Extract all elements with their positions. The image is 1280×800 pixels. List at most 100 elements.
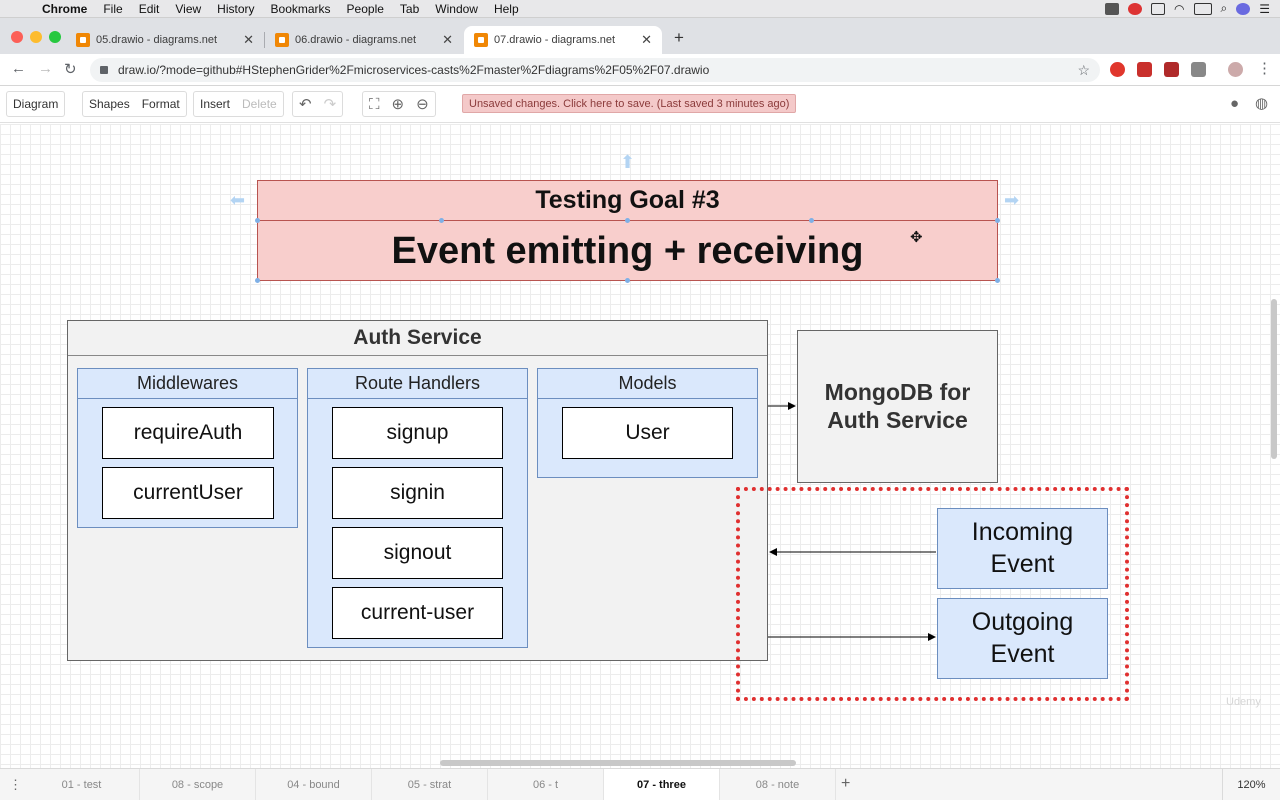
user-model-item[interactable]: User <box>562 407 733 459</box>
browser-tab-05[interactable]: 05.drawio - diagrams.net ✕ <box>66 26 264 54</box>
diagram-canvas[interactable]: ⬆ ⬅ ➡ Testing Goal #3 Event emitting + r… <box>0 124 1280 768</box>
menu-history[interactable]: History <box>209 2 262 16</box>
url-text: draw.io/?mode=github#HStephenGrider%2Fmi… <box>118 63 710 77</box>
page-tabs-bar: ⋮ 01 - test 08 - scope 04 - bound 05 - s… <box>0 768 1280 800</box>
shapes-button[interactable]: Shapes <box>89 97 130 111</box>
zoom-group: ⛶ ⊕ ⊖ <box>362 91 436 117</box>
adblock-extension-icon[interactable] <box>1110 62 1125 77</box>
profile-avatar[interactable] <box>1228 62 1243 77</box>
siri-icon[interactable] <box>1236 2 1251 15</box>
menu-people[interactable]: People <box>339 2 392 16</box>
close-window-icon[interactable] <box>11 31 23 43</box>
extension-icon[interactable] <box>1137 62 1152 77</box>
bookmark-star-icon[interactable]: ☆ <box>1077 62 1090 79</box>
connect-up-arrow-icon[interactable]: ⬆ <box>620 152 635 173</box>
page-tab-07[interactable]: 07 - three <box>604 769 720 800</box>
reload-icon[interactable]: ↻ <box>64 60 77 78</box>
browser-tab-07[interactable]: 07.drawio - diagrams.net ✕ <box>464 26 662 54</box>
selection-handle[interactable] <box>995 218 1000 223</box>
outgoing-event-box[interactable]: Outgoing Event <box>937 598 1108 679</box>
connect-right-arrow-icon[interactable]: ➡ <box>1004 190 1019 211</box>
page-tab-05[interactable]: 05 - strat <box>372 769 488 800</box>
fit-page-icon[interactable]: ⛶ <box>369 96 380 113</box>
diagram-menu[interactable]: Diagram <box>13 97 58 111</box>
docker-icon[interactable] <box>1105 2 1120 15</box>
require-auth-item[interactable]: requireAuth <box>102 407 274 459</box>
spotlight-icon[interactable]: ⌕ <box>1221 1 1228 16</box>
chrome-menu-icon[interactable]: ⋮ <box>1257 59 1272 77</box>
back-icon[interactable]: ← <box>11 60 26 77</box>
vertical-scrollbar[interactable] <box>1271 299 1277 459</box>
move-cursor-icon: ✥ <box>910 229 923 246</box>
insert-button[interactable]: Insert <box>200 97 230 111</box>
page-tab-08-scope[interactable]: 08 - scope <box>140 769 256 800</box>
insert-group: Insert Delete <box>193 91 284 117</box>
menu-edit[interactable]: Edit <box>131 2 168 16</box>
redo-icon[interactable]: ↷ <box>324 95 337 113</box>
page-tab-04[interactable]: 04 - bound <box>256 769 372 800</box>
minimize-window-icon[interactable] <box>30 31 42 43</box>
horizontal-scrollbar[interactable] <box>440 760 796 766</box>
goal-title: Testing Goal #3 <box>258 181 997 221</box>
undo-icon[interactable]: ↶ <box>299 95 312 113</box>
zoom-in-icon[interactable]: ⊕ <box>392 95 405 113</box>
signout-item[interactable]: signout <box>332 527 503 579</box>
menu-window[interactable]: Window <box>427 2 486 16</box>
menu-app-name[interactable]: Chrome <box>34 2 95 16</box>
selection-handle[interactable] <box>255 278 260 283</box>
diagram-menu-group: Diagram <box>6 91 66 117</box>
tab-title: 06.drawio - diagrams.net <box>295 34 417 46</box>
pages-menu-icon[interactable]: ⋮ <box>9 777 22 793</box>
extension-list-icon[interactable] <box>1191 62 1206 77</box>
notification-center-icon[interactable]: ☰ <box>1259 2 1270 16</box>
user-icon[interactable]: ● <box>1230 95 1239 112</box>
zoom-level[interactable]: 120% <box>1222 769 1280 800</box>
signin-item[interactable]: signin <box>332 467 503 519</box>
testing-goal-box[interactable]: Testing Goal #3 Event emitting + receivi… <box>257 180 998 281</box>
format-button[interactable]: Format <box>142 97 180 111</box>
page-tab-06[interactable]: 06 - t <box>488 769 604 800</box>
lock-icon <box>100 66 108 74</box>
new-tab-icon[interactable]: + <box>674 28 684 48</box>
current-user-item[interactable]: currentUser <box>102 467 274 519</box>
close-tab-icon[interactable]: ✕ <box>641 32 652 48</box>
page-tab-01[interactable]: 01 - test <box>24 769 140 800</box>
selection-handle[interactable] <box>255 218 260 223</box>
incoming-event-box[interactable]: Incoming Event <box>937 508 1108 589</box>
selection-handle[interactable] <box>625 218 630 223</box>
selection-handle[interactable] <box>995 278 1000 283</box>
language-globe-icon[interactable]: ◍ <box>1255 94 1268 112</box>
delete-button[interactable]: Delete <box>242 97 277 111</box>
add-page-icon[interactable]: + <box>841 775 850 793</box>
menu-bookmarks[interactable]: Bookmarks <box>263 2 339 16</box>
glasses-icon[interactable] <box>1151 2 1166 15</box>
unsaved-changes-banner[interactable]: Unsaved changes. Click here to save. (La… <box>462 94 797 113</box>
menu-tab[interactable]: Tab <box>392 2 427 16</box>
udemy-watermark: Udemy <box>1226 696 1261 708</box>
maximize-window-icon[interactable] <box>49 31 61 43</box>
selection-handle[interactable] <box>809 218 814 223</box>
mongodb-box[interactable]: MongoDB for Auth Service <box>797 330 998 483</box>
current-user-route-item[interactable]: current-user <box>332 587 503 639</box>
zoom-out-icon[interactable]: ⊖ <box>416 95 429 113</box>
menu-view[interactable]: View <box>167 2 209 16</box>
wifi-icon[interactable]: ◠ <box>1174 2 1184 16</box>
browser-tab-06[interactable]: 06.drawio - diagrams.net ✕ <box>265 26 463 54</box>
status-tray: ◠ ⌕ ☰ <box>1105 1 1280 16</box>
page-tab-08-note[interactable]: 08 - note <box>720 769 836 800</box>
record-icon[interactable] <box>1128 2 1143 15</box>
menu-file[interactable]: File <box>95 2 130 16</box>
close-tab-icon[interactable]: ✕ <box>442 32 453 48</box>
close-tab-icon[interactable]: ✕ <box>243 32 254 48</box>
url-field[interactable]: draw.io/?mode=github#HStephenGrider%2Fmi… <box>90 58 1100 82</box>
signup-item[interactable]: signup <box>332 407 503 459</box>
selection-handle[interactable] <box>625 278 630 283</box>
connect-left-arrow-icon[interactable]: ⬅ <box>230 190 245 211</box>
selection-handle[interactable] <box>439 218 444 223</box>
goal-body: Event emitting + receiving <box>391 229 864 272</box>
forward-icon[interactable]: → <box>38 60 53 77</box>
battery-icon[interactable] <box>1193 2 1212 15</box>
group-title: Route Handlers <box>308 369 527 399</box>
menu-help[interactable]: Help <box>486 2 527 16</box>
extension-badge-icon[interactable] <box>1164 62 1179 77</box>
